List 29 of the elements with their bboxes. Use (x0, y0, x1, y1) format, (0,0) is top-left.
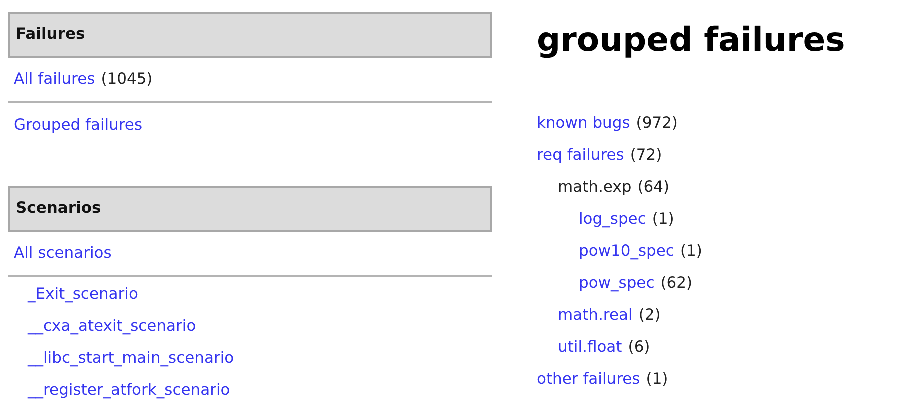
group-link[interactable]: known bugs (537, 112, 630, 136)
scenario-link[interactable]: __libc_start_main_scenario (28, 347, 234, 371)
group-count: (6) (628, 337, 650, 358)
group-count: (72) (630, 145, 662, 166)
scenario-link[interactable]: _Exit_scenario (28, 283, 138, 307)
group-count: (1) (680, 241, 702, 262)
sidebar-link[interactable]: All failures (14, 68, 96, 92)
group-link[interactable]: math.real (558, 304, 633, 328)
group-count: (972) (636, 113, 678, 134)
sidebar-count: (1045) (101, 68, 153, 90)
sidebar-link[interactable]: All scenarios (14, 242, 112, 266)
group-link[interactable]: pow10_spec (579, 240, 674, 264)
scenario-link[interactable]: __cxa_atexit_scenario (28, 315, 196, 339)
group-link[interactable]: log_spec (579, 208, 646, 232)
group-count: (62) (660, 273, 693, 294)
group-count: (1) (652, 209, 674, 230)
group-label: math.exp (558, 177, 632, 198)
group-count: (2) (638, 305, 661, 326)
scenario-link[interactable]: __register_atfork_scenario (28, 379, 230, 403)
group-count: (1) (646, 369, 668, 390)
group-link[interactable]: req failures (537, 144, 624, 168)
section-header: Failures (8, 12, 492, 58)
group-count: (64) (638, 177, 670, 198)
section-header: Scenarios (8, 186, 492, 232)
group-link[interactable]: other failures (537, 368, 640, 392)
group-link[interactable]: pow_spec (579, 272, 655, 296)
page-title: grouped failures (537, 19, 846, 61)
sidebar-link[interactable]: Grouped failures (14, 114, 143, 138)
group-link[interactable]: util.float (558, 336, 622, 360)
